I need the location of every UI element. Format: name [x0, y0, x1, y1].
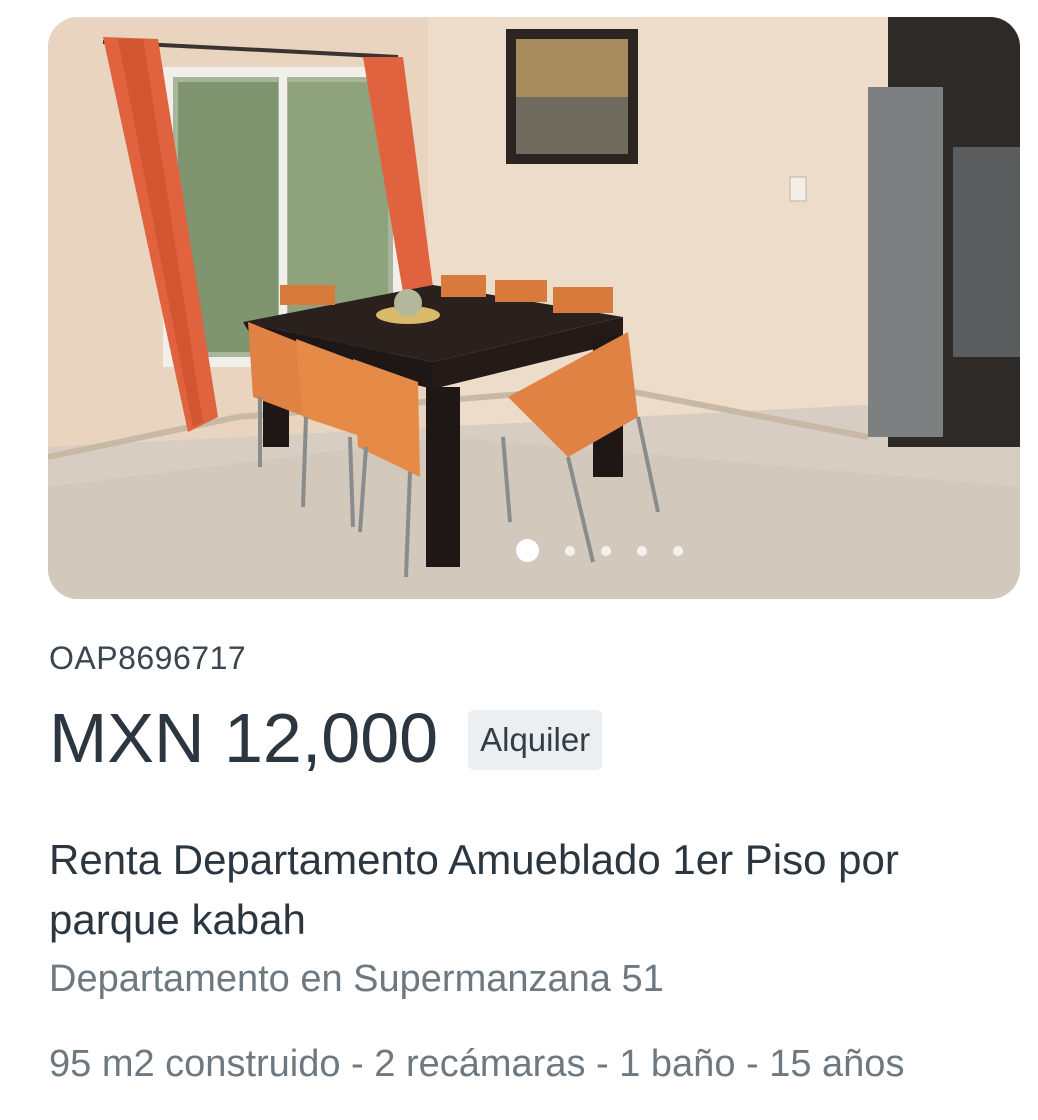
listing-code: OAP8696717 — [49, 640, 247, 676]
carousel-dot[interactable] — [636, 545, 647, 556]
listing-photo — [48, 17, 1020, 599]
carousel-dot[interactable] — [564, 545, 575, 556]
carousel-pagination — [48, 539, 1020, 562]
listing-photo-carousel[interactable] — [48, 17, 1020, 599]
listing-location: Departamento en Supermanzana 51 — [49, 958, 664, 1000]
operation-type-badge: Alquiler — [468, 710, 603, 770]
listing-specs: 95 m2 construido - 2 recámaras - 1 baño … — [49, 1043, 905, 1085]
listing-price: MXN 12,000 — [49, 699, 439, 777]
carousel-dot-active[interactable] — [515, 539, 539, 562]
carousel-dot[interactable] — [600, 545, 611, 556]
listing-title[interactable]: Renta Departamento Amueblado 1er Piso po… — [49, 830, 1009, 950]
price-row: MXN 12,000 Alquiler — [49, 698, 603, 778]
carousel-dot[interactable] — [672, 545, 683, 556]
